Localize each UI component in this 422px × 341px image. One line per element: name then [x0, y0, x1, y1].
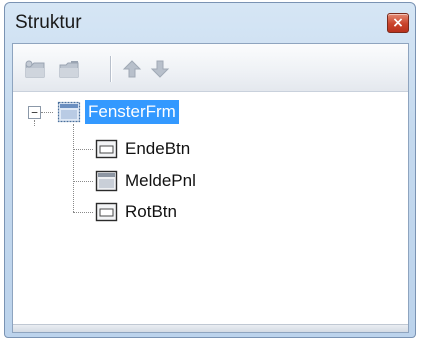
toolbar-separator — [110, 56, 111, 82]
structure-window: Struktur × − FensterFrm EndeBtn MeldePnl… — [4, 2, 416, 338]
tree-connector — [73, 124, 74, 212]
close-button[interactable]: × — [387, 13, 409, 33]
title-bar[interactable]: Struktur × — [5, 3, 415, 43]
tree-node-icon — [57, 101, 81, 123]
button-control-icon — [95, 202, 118, 222]
tree-node-icon — [95, 201, 119, 223]
tree-connector — [34, 120, 35, 126]
arrow-down-icon — [150, 60, 170, 78]
form-icon — [57, 101, 81, 123]
move-up-button[interactable] — [119, 58, 145, 80]
window-title: Struktur — [15, 12, 82, 33]
tree-connector — [73, 212, 93, 213]
tree-node-label[interactable]: MeldePnl — [122, 169, 199, 193]
folder-remove-button[interactable] — [57, 58, 83, 80]
tree-node-icon — [95, 138, 119, 160]
folder-add-icon — [25, 60, 45, 78]
panel-bottom-edge — [13, 324, 408, 332]
tree-connector — [73, 181, 93, 182]
collapse-toggle[interactable]: − — [28, 106, 41, 119]
tree-connector — [73, 149, 93, 150]
folder-remove-icon — [59, 61, 79, 78]
panel-control-icon — [95, 170, 118, 192]
structure-panel: − FensterFrm EndeBtn MeldePnl RotBtn — [12, 43, 409, 333]
collapse-icon: − — [31, 105, 38, 119]
tree-node-icon — [95, 170, 119, 192]
tree-node-label[interactable]: RotBtn — [122, 200, 180, 224]
tree-node-label-selected[interactable]: FensterFrm — [85, 100, 179, 124]
tree-node-label[interactable]: EndeBtn — [122, 137, 193, 161]
arrow-up-icon — [122, 60, 142, 78]
move-down-button[interactable] — [147, 58, 173, 80]
tree-connector — [41, 112, 53, 113]
close-icon: × — [392, 15, 404, 31]
toolbar — [13, 44, 408, 92]
folder-add-button[interactable] — [23, 58, 49, 80]
structure-tree[interactable]: − FensterFrm EndeBtn MeldePnl RotBtn — [13, 93, 408, 327]
button-control-icon — [95, 139, 118, 159]
